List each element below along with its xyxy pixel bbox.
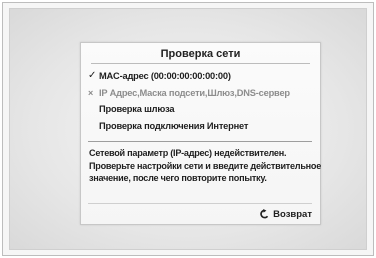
check-item-mac-address: ✓ MAC-адрес (00:00:00:00:00:00) <box>88 68 312 85</box>
dialog-title: Проверка сети <box>91 46 310 64</box>
check-list: ✓ MAC-адрес (00:00:00:00:00:00) × IP Адр… <box>88 68 312 134</box>
error-message: Сетевой параметр (IP-адрес) недействител… <box>89 147 322 185</box>
checkmark-icon: ✓ <box>88 70 97 81</box>
check-item-gateway: Проверка шлюза <box>88 101 312 118</box>
error-message-line: Проверьте настройки сети и введите дейст… <box>89 160 322 171</box>
footer-divider <box>88 203 312 204</box>
check-item-ip-settings: × IP Адрес,Маска подсети,Шлюз,DNS-сервер <box>88 85 312 102</box>
tv-screen: Проверка сети ✓ MAC-адрес (00:00:00:00:0… <box>2 2 374 256</box>
check-item-label: IP Адрес,Маска подсети,Шлюз,DNS-сервер <box>99 87 290 98</box>
return-label: Возврат <box>273 208 312 220</box>
cross-icon: × <box>88 87 94 98</box>
check-item-label: Проверка шлюза <box>99 104 175 114</box>
network-test-dialog: Проверка сети ✓ MAC-адрес (00:00:00:00:0… <box>80 42 321 225</box>
return-arrow-icon <box>259 209 270 219</box>
divider <box>88 141 312 142</box>
check-item-label: Проверка подключения Интернет <box>99 120 249 131</box>
error-message-line: значение, после чего повторите попытку. <box>89 173 267 183</box>
check-item-label: MAC-адрес (00:00:00:00:00:00) <box>99 71 231 81</box>
return-button[interactable]: Возврат <box>259 207 312 221</box>
check-item-internet: Проверка подключения Интернет <box>88 118 312 135</box>
error-message-line: Сетевой параметр (IP-адрес) недействител… <box>89 148 287 158</box>
